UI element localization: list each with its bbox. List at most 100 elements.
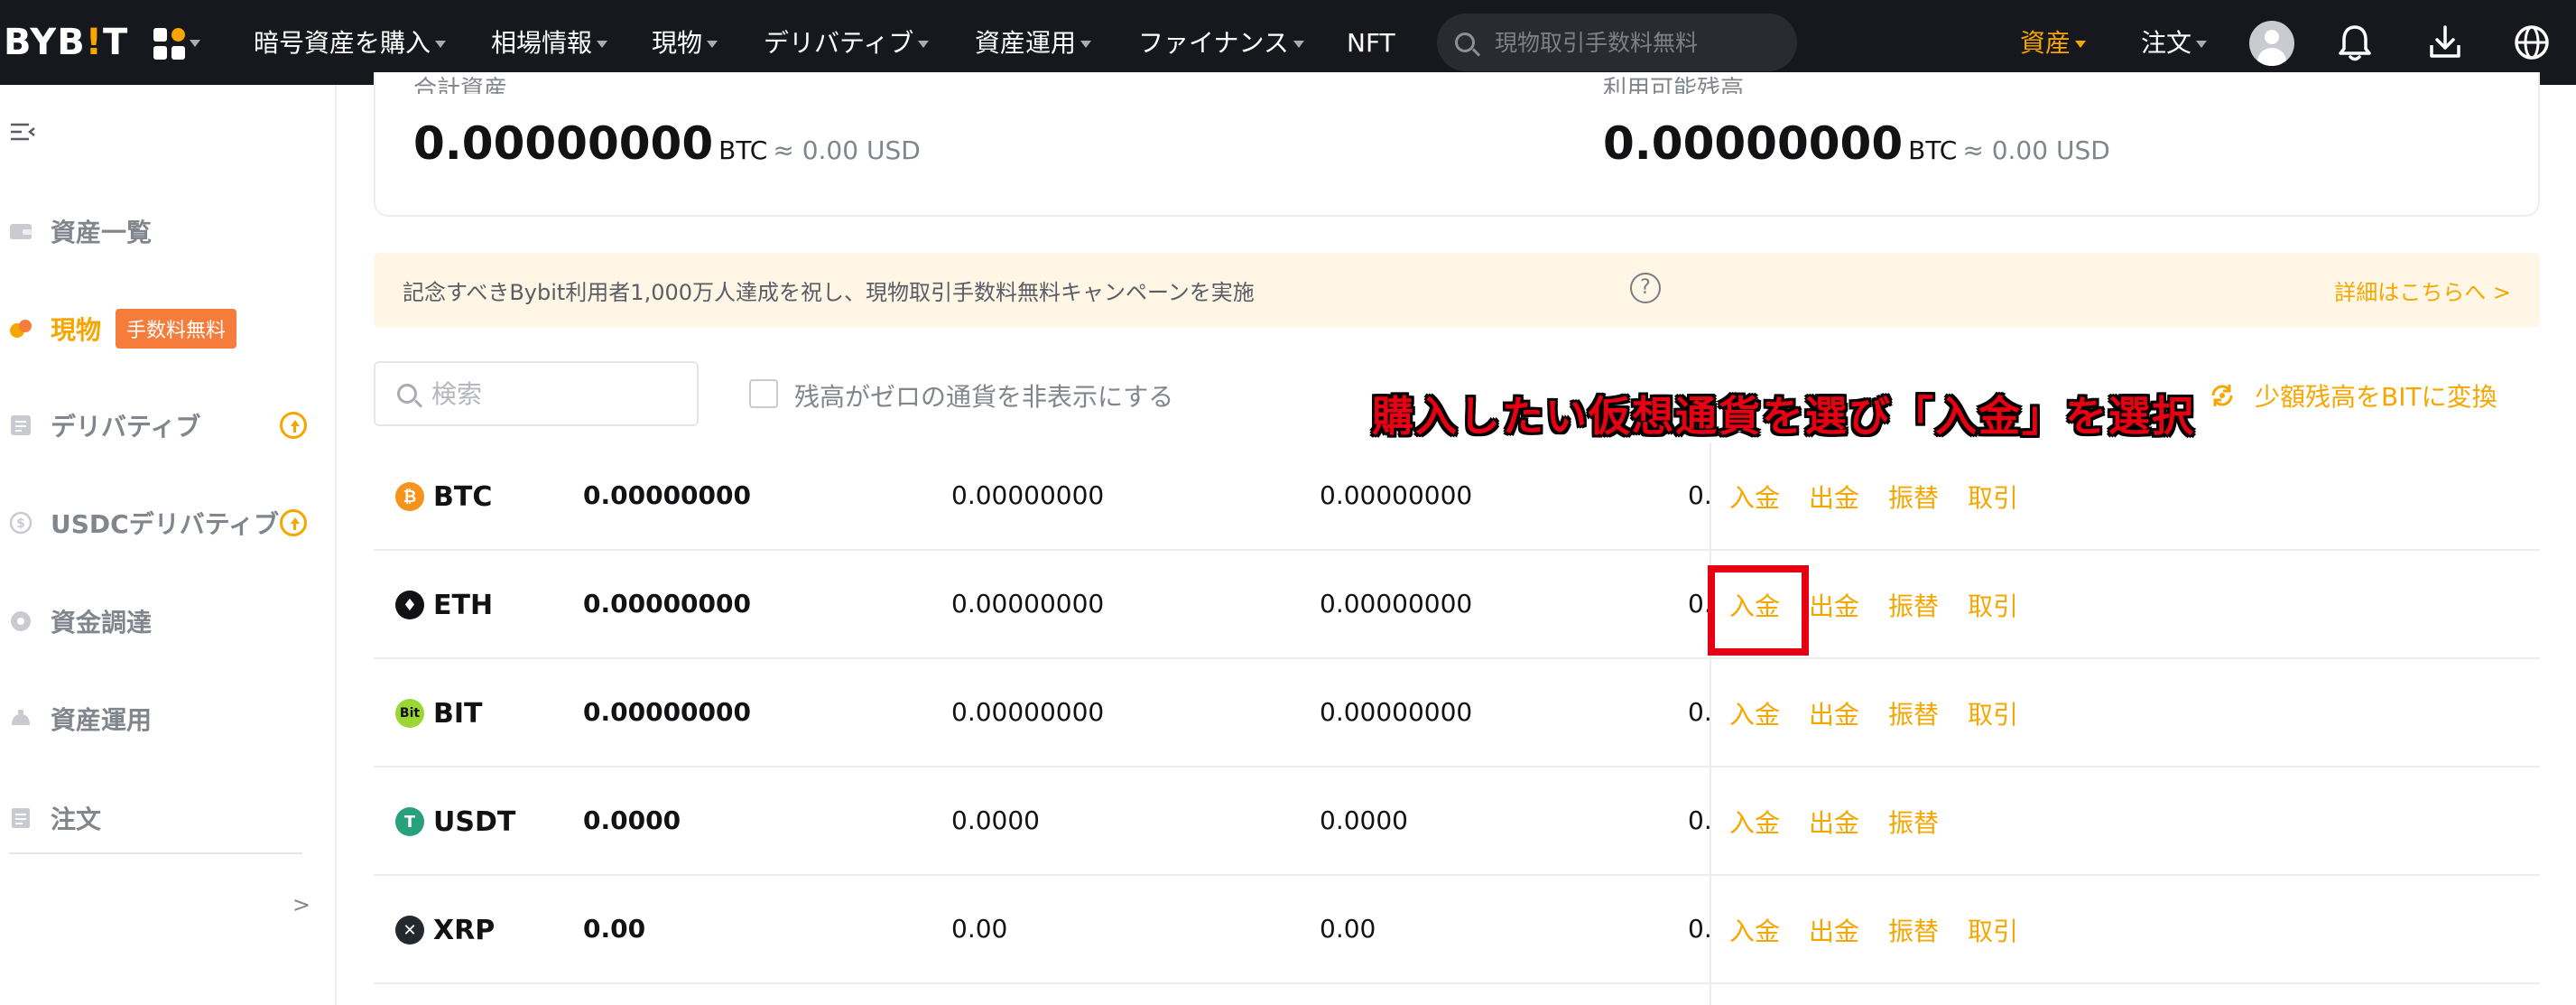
asset-search-input[interactable] [431,378,684,409]
banner-details-link[interactable]: 詳細はこちらへ > [2334,275,2511,306]
sidebar-item-earn[interactable]: 資産運用 [9,701,152,737]
nav-derivatives[interactable]: デリバティブ [764,25,930,61]
transfer-button[interactable]: 振替 [1888,804,1939,840]
sidebar-item-derivatives[interactable]: デリバティブ [9,407,200,443]
trade-button[interactable]: 取引 [1968,695,2018,731]
nav-finance[interactable]: ファイナンス [1138,25,1304,61]
sidebar-item-spot[interactable]: 現物 手数料無料 [9,309,237,349]
nav-nft[interactable]: NFT [1347,25,1395,61]
avatar-icon[interactable] [2249,21,2294,66]
withdraw-button[interactable]: 出金 [1809,912,1859,948]
sidebar-item-usdc-derivatives[interactable]: $ USDCデリバティブ [9,505,279,541]
banner-text: 記念すべきBybit利用者1,000万人達成を祝し、現物取引手数料無料キャンペー… [403,280,1255,305]
nav-label: ファイナンス [1138,28,1289,58]
sidebar-divider [9,852,302,854]
transfer-button[interactable]: 振替 [1888,695,1939,731]
trade-button[interactable]: 取引 [1968,479,2018,515]
deposit-highlight-box [1708,565,1809,656]
convert-small-balances-button[interactable]: 少額残高をBITに変換 [2208,377,2497,414]
available-cell: 0.00 [951,914,1008,944]
nav-search[interactable] [1437,14,1797,71]
total-btc-unit: BTC [718,135,768,165]
chevron-down-icon [707,41,718,48]
balance-cell: 0.0000 [583,805,681,835]
sidebar-item-label: USDCデリバティブ [51,509,280,539]
derivatives-icon [11,415,31,435]
nav-assets[interactable]: 資産 [2020,25,2087,61]
campaign-banner: 記念すべきBybit利用者1,000万人達成を祝し、現物取引手数料無料キャンペー… [374,253,2540,327]
btc-icon: ₿ [395,482,424,511]
hide-zero-balance-label: 残高がゼロの通貨を非表示にする [794,382,1174,412]
withdraw-button[interactable]: 出金 [1809,695,1859,731]
sidebar-item-overview[interactable]: 資産一覧 [9,213,152,249]
asset-search[interactable] [374,361,699,426]
svg-text:$: $ [16,516,25,531]
sidebar-item-orders[interactable]: 注文 [9,800,101,836]
nav-label: デリバティブ [764,28,914,58]
eth-icon: ♦ [395,591,424,619]
deposit-button[interactable]: 入金 [1729,695,1780,731]
nav-earn[interactable]: 資産運用 [975,25,1092,61]
nav-label: 暗号資産を購入 [254,28,431,58]
collapse-sidebar-icon[interactable] [9,121,36,143]
chevron-down-icon [190,40,200,47]
nav-label: NFT [1347,28,1395,58]
bell-icon[interactable] [2332,20,2377,65]
convert-icon [2211,385,2233,406]
nav-markets[interactable]: 相場情報 [491,25,608,61]
coin-cell: ✕ XRP [395,912,495,948]
upgrade-arrow-icon[interactable] [280,412,307,439]
available-btc-unit: BTC [1908,135,1958,165]
deposit-button[interactable]: 入金 [1729,479,1780,515]
download-icon[interactable] [2423,20,2468,65]
available-balance-value: 0.00000000 BTC ≈ 0.00 USD [1603,117,2110,181]
chevron-down-icon [2075,41,2087,48]
nav-buy-crypto[interactable]: 暗号資産を購入 [254,25,447,61]
chevron-down-icon [918,41,930,48]
trade-button[interactable]: 取引 [1968,912,2018,948]
orders-icon [12,808,30,828]
sidebar-item-funding[interactable]: 資金調達 [9,603,152,639]
table-row: ₿ BTC 0.00000000 0.00000000 0.00000000 0… [374,442,2540,551]
bybit-logo[interactable]: BYB!T [4,22,128,63]
nav-label: 相場情報 [491,28,593,58]
help-icon[interactable]: ? [1630,273,1661,303]
deposit-button[interactable]: 入金 [1729,912,1780,948]
transfer-button[interactable]: 振替 [1888,587,1939,623]
value-cell: 0. [1688,914,1712,944]
coin-name: ETH [433,589,494,621]
withdraw-button[interactable]: 出金 [1809,479,1859,515]
nav-spot[interactable]: 現物 [652,25,718,61]
frozen-cell: 0.0000 [1320,805,1408,835]
total-assets-value: 0.00000000 BTC ≈ 0.00 USD [413,117,921,181]
coin-name: USDT [433,805,516,838]
nav-orders[interactable]: 注文 [2141,25,2208,61]
frozen-cell: 0.00000000 [1320,480,1473,510]
coin-cell: T USDT [395,804,515,840]
withdraw-button[interactable]: 出金 [1809,804,1859,840]
balance-cell: 0.00 [583,914,646,944]
table-row: T USDT 0.0000 0.0000 0.0000 0. 入金 出金 振替 [374,768,2540,876]
coin-cell: ♦ ETH [395,587,493,623]
trade-button[interactable]: 取引 [1968,587,2018,623]
table-row: Bit BIT 0.00000000 0.00000000 0.00000000… [374,659,2540,768]
globe-icon[interactable] [2509,20,2554,65]
total-btc-value: 0.00000000 [413,117,714,170]
sidebar-item-label: 資産運用 [51,705,153,735]
nav-label: 現物 [652,28,703,58]
nav-label: 資産運用 [975,28,1077,58]
apps-grid-button[interactable] [153,25,217,61]
column-divider [1710,442,1711,1005]
transfer-button[interactable]: 振替 [1888,479,1939,515]
withdraw-button[interactable]: 出金 [1809,587,1859,623]
transfer-button[interactable]: 振替 [1888,912,1939,948]
deposit-button[interactable]: 入金 [1729,804,1780,840]
search-icon [1455,33,1475,52]
convert-label: 少額残高をBITに変換 [2255,382,2497,412]
balance-cell: 0.00000000 [583,589,751,619]
frozen-cell: 0.00000000 [1320,589,1473,619]
hide-zero-balance-checkbox[interactable] [749,379,778,408]
value-cell: 0. [1688,805,1712,835]
nav-search-input[interactable] [1495,29,1784,56]
upgrade-arrow-icon[interactable] [280,509,307,536]
